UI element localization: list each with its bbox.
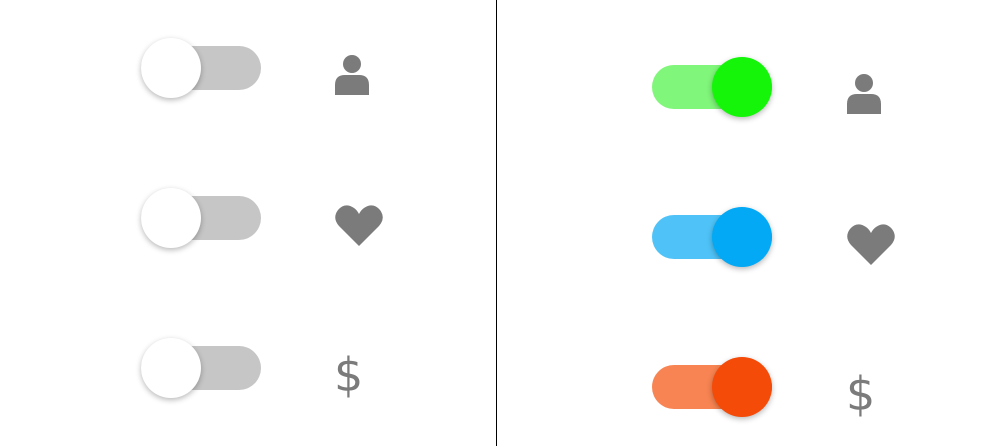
toggle-user-on[interactable]: [652, 57, 774, 119]
toggle-knob[interactable]: [141, 338, 201, 398]
toggle-knob[interactable]: [141, 188, 201, 248]
user-icon: [335, 55, 369, 95]
panel-divider: [496, 0, 497, 446]
heart-icon: [847, 223, 895, 265]
toggle-knob[interactable]: [141, 38, 201, 98]
toggle-knob[interactable]: [712, 57, 772, 117]
toggle-knob[interactable]: [712, 207, 772, 267]
toggle-heart-on[interactable]: [652, 207, 774, 269]
dollar-icon: $: [846, 367, 876, 421]
toggle-dollar-off[interactable]: [141, 338, 263, 400]
toggle-knob[interactable]: [712, 357, 772, 417]
toggle-user-off[interactable]: [141, 38, 263, 100]
toggle-heart-off[interactable]: [141, 188, 263, 250]
user-icon: [847, 74, 881, 114]
toggle-demo-canvas: $ $: [0, 0, 1003, 446]
dollar-icon: $: [334, 348, 364, 402]
heart-icon: [335, 204, 383, 246]
toggle-dollar-on[interactable]: [652, 357, 774, 419]
